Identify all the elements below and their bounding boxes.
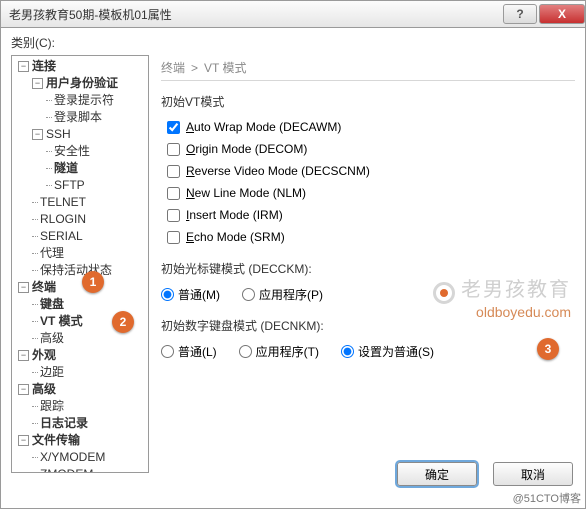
tree-tunnel[interactable]: 隧道 — [54, 161, 78, 175]
tree-serial[interactable]: SERIAL — [40, 229, 83, 243]
help-button[interactable]: ? — [503, 4, 537, 24]
section-init-vt: 初始VT模式 — [161, 93, 575, 110]
checkbox-autowrap[interactable] — [167, 121, 180, 134]
tree-connection[interactable]: 连接 — [32, 59, 56, 73]
tree-appearance[interactable]: 外观 — [32, 348, 56, 362]
category-label: 类别(C): — [11, 34, 575, 51]
checkbox-newline[interactable] — [167, 187, 180, 200]
badge-2: 2 — [112, 311, 134, 333]
settings-panel: 终端 > VT 模式 初始VT模式 Auto Wrap Mode (DECAWM… — [149, 55, 575, 473]
titlebar: 老男孩教育50期-模板机01属性 ? X — [0, 0, 586, 28]
tree-security[interactable]: 安全性 — [54, 144, 90, 158]
tree-keyboard[interactable]: 键盘 — [40, 297, 64, 311]
checkbox-echo[interactable] — [167, 231, 180, 244]
tree-margin[interactable]: 边距 — [40, 365, 64, 379]
radio-numpad-setnormal[interactable]: 设置为普通(S) — [341, 343, 434, 360]
radio-cursor-app[interactable]: 应用程序(P) — [242, 286, 323, 303]
collapse-icon[interactable]: − — [18, 61, 29, 72]
label-insert[interactable]: Insert Mode (IRM) — [186, 208, 283, 222]
checkbox-origin[interactable] — [167, 143, 180, 156]
cancel-button[interactable]: 取消 — [493, 462, 573, 486]
window-title: 老男孩教育50期-模板机01属性 — [9, 6, 501, 23]
breadcrumb: 终端 > VT 模式 — [161, 55, 575, 81]
tree-telnet[interactable]: TELNET — [40, 195, 86, 209]
dialog-body: 类别(C): −连接 −用户身份验证 登录提示符 登录脚本 −SSH — [0, 28, 586, 509]
label-newline[interactable]: New Line Mode (NLM) — [186, 186, 306, 200]
category-tree[interactable]: −连接 −用户身份验证 登录提示符 登录脚本 −SSH 安全性 隧道 — [11, 55, 149, 473]
checkbox-insert[interactable] — [167, 209, 180, 222]
radio-numpad-normal[interactable]: 普通(L) — [161, 343, 217, 360]
checkbox-reverse[interactable] — [167, 165, 180, 178]
radio-cursor-normal[interactable]: 普通(M) — [161, 286, 220, 303]
tree-logging[interactable]: 日志记录 — [40, 416, 88, 430]
tree-vtmode[interactable]: VT 模式 — [40, 314, 83, 328]
badge-3: 3 — [537, 338, 559, 360]
label-reverse[interactable]: Reverse Video Mode (DECSCNM) — [186, 164, 370, 178]
tree-auth[interactable]: 用户身份验证 — [46, 76, 118, 90]
tree-login-script[interactable]: 登录脚本 — [54, 110, 102, 124]
breadcrumb-parent: 终端 — [161, 59, 185, 76]
tree-xymodem[interactable]: X/YMODEM — [40, 450, 105, 464]
badge-1: 1 — [82, 271, 104, 293]
tree-advanced[interactable]: 高级 — [32, 382, 56, 396]
section-cursor: 初始光标键模式 (DECCKM): — [161, 260, 575, 277]
tree-login-prompt[interactable]: 登录提示符 — [54, 93, 114, 107]
attribution: @51CTO博客 — [513, 490, 581, 506]
section-numpad: 初始数字键盘模式 (DECNKM): — [161, 317, 575, 334]
radio-numpad-app[interactable]: 应用程序(T) — [239, 343, 319, 360]
breadcrumb-current: VT 模式 — [204, 59, 246, 76]
ok-button[interactable]: 确定 — [397, 462, 477, 486]
tree-rlogin[interactable]: RLOGIN — [40, 212, 86, 226]
label-origin[interactable]: Origin Mode (DECOM) — [186, 142, 307, 156]
tree-proxy[interactable]: 代理 — [40, 246, 64, 260]
tree-zmodem[interactable]: ZMODEM — [40, 467, 93, 473]
tree-ssh[interactable]: SSH — [46, 127, 71, 141]
breadcrumb-sep: > — [191, 61, 198, 75]
label-autowrap[interactable]: Auto Wrap Mode (DECAWM) — [186, 120, 341, 134]
tree-file-transfer[interactable]: 文件传输 — [32, 433, 80, 447]
tree-terminal[interactable]: 终端 — [32, 280, 56, 294]
label-echo[interactable]: Echo Mode (SRM) — [186, 230, 285, 244]
tree-trace[interactable]: 跟踪 — [40, 399, 64, 413]
tree-advanced-terminal[interactable]: 高级 — [40, 331, 64, 345]
tree-sftp[interactable]: SFTP — [54, 178, 85, 192]
close-button[interactable]: X — [539, 4, 585, 24]
